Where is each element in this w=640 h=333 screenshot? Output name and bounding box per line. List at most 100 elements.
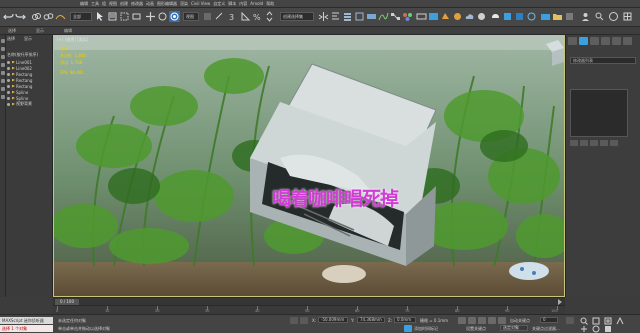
menu-create[interactable]: 创建 bbox=[120, 1, 128, 7]
time-config-icon[interactable] bbox=[566, 317, 574, 324]
warp-filter-icon[interactable] bbox=[1, 87, 5, 91]
pan-icon[interactable] bbox=[580, 325, 588, 333]
select-by-name-icon[interactable] bbox=[107, 11, 118, 22]
material-editor-icon[interactable] bbox=[402, 11, 413, 22]
pivot-center-icon[interactable] bbox=[202, 11, 213, 22]
visibility-icon[interactable] bbox=[7, 60, 10, 64]
render-setup-icon[interactable] bbox=[416, 11, 427, 22]
hierarchy-tab-icon[interactable] bbox=[590, 37, 599, 45]
light-filter-icon[interactable] bbox=[1, 63, 5, 67]
spinner-snap-icon[interactable] bbox=[264, 11, 275, 22]
visibility-icon[interactable] bbox=[7, 96, 10, 100]
select-object-icon[interactable] bbox=[95, 11, 106, 22]
rect-selection-icon[interactable] bbox=[119, 11, 130, 22]
ribbon-tab-select[interactable]: 选择 bbox=[8, 28, 16, 34]
previous-frame-icon[interactable] bbox=[468, 317, 476, 324]
display-tab-icon[interactable] bbox=[612, 37, 621, 45]
maximize-viewport-icon[interactable] bbox=[604, 325, 612, 333]
go-to-end-icon[interactable] bbox=[498, 317, 506, 324]
track-bar[interactable]: 0 10 20 30 40 50 60 70 80 90 100 bbox=[53, 305, 565, 314]
show-end-result-icon[interactable] bbox=[580, 140, 588, 146]
configure-sets-icon[interactable] bbox=[610, 140, 618, 146]
y-coordinate-field[interactable]: 74.368mm bbox=[357, 317, 385, 323]
auto-key-button[interactable]: 自动关键点 bbox=[510, 318, 530, 324]
select-manipulate-icon[interactable] bbox=[214, 11, 225, 22]
maxscript-listener[interactable]: MAXScript 迷你侦听器 bbox=[0, 317, 53, 324]
motion-tab-icon[interactable] bbox=[601, 37, 610, 45]
curve-editor-icon[interactable] bbox=[378, 11, 389, 22]
reference-coordinate-dropdown[interactable]: 视图 bbox=[183, 12, 199, 21]
play-icon[interactable] bbox=[478, 317, 486, 324]
modifier-stack[interactable] bbox=[570, 89, 628, 137]
environment-icon[interactable] bbox=[526, 11, 537, 22]
render-production-icon[interactable] bbox=[440, 11, 451, 22]
schematic-view-icon[interactable] bbox=[390, 11, 401, 22]
explorer-tab-select[interactable]: 选择 bbox=[7, 36, 15, 42]
named-selection-dropdown[interactable]: 创建选择集 bbox=[280, 12, 314, 21]
menu-tools[interactable]: 工具 bbox=[91, 1, 99, 7]
arnold-render-icon[interactable] bbox=[476, 11, 487, 22]
selected-dropdown[interactable]: 选定对象 bbox=[500, 325, 528, 331]
menu-view[interactable]: 视图 bbox=[109, 1, 117, 7]
z-coordinate-field[interactable]: 0.0mm bbox=[394, 317, 416, 323]
menu-content[interactable]: 内容 bbox=[239, 1, 247, 7]
help-icon[interactable] bbox=[608, 11, 619, 22]
ribbon-tab-edit[interactable]: 编辑 bbox=[64, 28, 72, 34]
explorer-row[interactable]: 视野背景 bbox=[7, 101, 32, 107]
folder-icon[interactable] bbox=[552, 11, 563, 22]
selection-lock-icon[interactable] bbox=[300, 317, 308, 324]
scale-icon[interactable] bbox=[169, 11, 180, 22]
x-coordinate-field[interactable]: -50.009mm bbox=[318, 317, 348, 323]
remove-modifier-icon[interactable] bbox=[600, 140, 608, 146]
zoom-all-icon[interactable] bbox=[592, 317, 600, 325]
render-iterative-icon[interactable] bbox=[452, 11, 463, 22]
render-frame-icon[interactable] bbox=[502, 11, 513, 22]
helper-filter-icon[interactable] bbox=[1, 79, 5, 83]
layer-manager-icon[interactable] bbox=[342, 11, 353, 22]
toggle-ribbon-icon[interactable] bbox=[366, 11, 377, 22]
menu-rendering[interactable]: 渲染 bbox=[180, 1, 188, 7]
pin-stack-icon[interactable] bbox=[570, 140, 578, 146]
scene-explorer-icon[interactable] bbox=[354, 11, 365, 22]
key-filters-button[interactable]: 关键点过滤器... bbox=[532, 326, 560, 332]
move-icon[interactable] bbox=[145, 11, 156, 22]
make-unique-icon[interactable] bbox=[590, 140, 598, 146]
visibility-icon[interactable] bbox=[7, 90, 10, 94]
rendered-frame-window-icon[interactable] bbox=[428, 11, 439, 22]
bind-space-warp-icon[interactable] bbox=[55, 11, 66, 22]
menu-scripting[interactable]: 脚本 bbox=[228, 1, 236, 7]
group-filter-icon[interactable] bbox=[1, 95, 5, 99]
undo-icon[interactable] bbox=[3, 11, 14, 22]
shape-filter-icon[interactable] bbox=[1, 55, 5, 59]
explorer-column-header[interactable]: 名称(按升序排序) bbox=[7, 52, 38, 58]
menu-help[interactable]: 帮助 bbox=[266, 1, 274, 7]
unlink-icon[interactable] bbox=[43, 11, 54, 22]
filter-icon[interactable] bbox=[1, 39, 5, 43]
zoom-icon[interactable] bbox=[580, 317, 588, 325]
isolate-selection-icon[interactable] bbox=[290, 317, 298, 324]
menu-modifiers[interactable]: 修改器 bbox=[131, 1, 143, 7]
time-slider[interactable]: 0 / 100 bbox=[53, 297, 565, 305]
visibility-icon[interactable] bbox=[7, 72, 10, 76]
modifier-list-dropdown[interactable]: 修改器列表 bbox=[570, 57, 636, 64]
render-cloud-icon[interactable] bbox=[464, 11, 475, 22]
perspective-viewport[interactable]: [+] [透视] [真实] 总计 多边形: 1,840 顶点: 1,708 FP… bbox=[53, 35, 565, 297]
create-tab-icon[interactable] bbox=[568, 37, 577, 45]
maxscript-output[interactable]: 选择 1 个对象 bbox=[0, 325, 53, 332]
set-key-label[interactable]: 设置关键点 bbox=[466, 326, 486, 332]
percent-snap-icon[interactable]: % bbox=[252, 11, 263, 22]
next-frame-button-icon[interactable] bbox=[488, 317, 496, 324]
snap-toggle-icon[interactable]: 3 bbox=[228, 11, 239, 22]
zoom-extents-icon[interactable] bbox=[604, 317, 612, 325]
rotate-icon[interactable] bbox=[157, 11, 168, 22]
workspace-icon[interactable] bbox=[564, 11, 575, 22]
modify-tab-icon[interactable] bbox=[579, 37, 588, 45]
align-icon[interactable] bbox=[330, 11, 341, 22]
activeshade-icon[interactable] bbox=[514, 11, 525, 22]
orbit-icon[interactable] bbox=[592, 325, 600, 333]
visibility-icon[interactable] bbox=[7, 102, 10, 106]
window-crossing-icon[interactable] bbox=[131, 11, 142, 22]
menu-graph-editors[interactable]: 图形编辑器 bbox=[157, 1, 177, 7]
menu-animation[interactable]: 动画 bbox=[146, 1, 154, 7]
redo-icon[interactable] bbox=[15, 11, 26, 22]
